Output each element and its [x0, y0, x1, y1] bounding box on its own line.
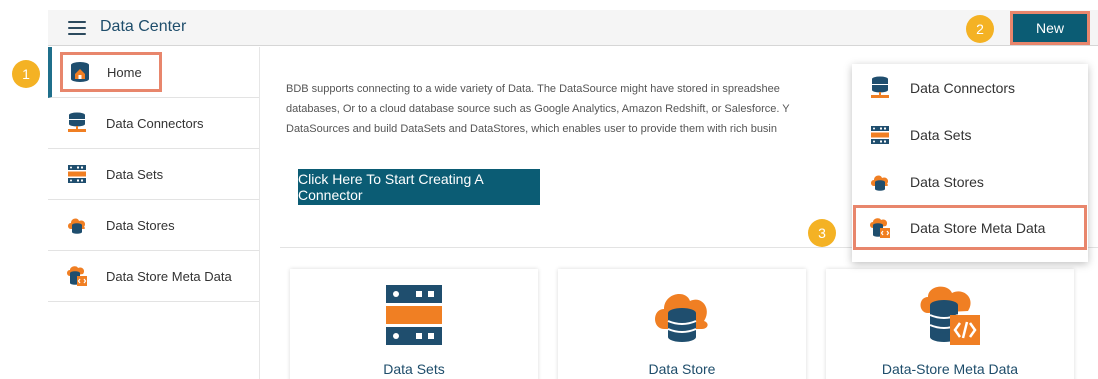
database-code-icon — [66, 265, 88, 287]
description-line: databases, Or to a cloud database source… — [286, 103, 790, 115]
description-line: BDB supports connecting to a wide variet… — [286, 83, 780, 95]
sidebar-item-home[interactable]: Home — [48, 47, 259, 98]
description-line: DataSources and build DataSets and DataS… — [286, 123, 777, 135]
cloud-database-icon — [650, 283, 714, 347]
server-rack-icon — [868, 123, 892, 147]
sidebar-item-label: Data Connectors — [106, 115, 204, 131]
database-code-icon — [868, 216, 892, 240]
menu-item-data-stores[interactable]: Data Stores — [852, 158, 1088, 205]
sidebar-item-label: Home — [107, 64, 142, 80]
menu-item-data-connectors[interactable]: Data Connectors — [852, 64, 1088, 111]
menu-item-label: Data Connectors — [910, 79, 1016, 96]
home-database-icon — [69, 61, 91, 83]
sidebar-item-data-sets[interactable]: Data Sets — [48, 149, 259, 200]
card-data-store[interactable]: Data Store — [558, 269, 806, 379]
database-code-icon — [918, 283, 982, 347]
app-title: Data Center — [100, 18, 187, 35]
new-button[interactable]: New — [1010, 11, 1090, 45]
home-highlight-box: Home — [60, 52, 162, 92]
sidebar-item-data-stores[interactable]: Data Stores — [48, 200, 259, 251]
server-rack-icon — [66, 163, 88, 185]
sidebar-item-data-connectors[interactable]: Data Connectors — [48, 98, 259, 149]
step-badge-3: 3 — [808, 219, 836, 247]
sidebar: Home Data Connectors Data Sets Data Stor… — [48, 47, 260, 379]
cloud-database-icon — [66, 214, 88, 236]
top-bar: Data Center New — [48, 10, 1098, 46]
sidebar-item-data-store-meta-data[interactable]: Data Store Meta Data — [48, 251, 259, 302]
database-icon — [66, 112, 88, 134]
description-text: BDB supports connecting to a wide variet… — [286, 79, 886, 139]
sidebar-item-label: Data Stores — [106, 217, 175, 233]
menu-item-label: Data Store Meta Data — [910, 219, 1046, 236]
card-label: Data Store — [648, 361, 716, 377]
menu-item-data-sets[interactable]: Data Sets — [852, 111, 1088, 158]
menu-item-data-store-meta-data[interactable]: Data Store Meta Data — [853, 205, 1087, 250]
card-data-sets[interactable]: Data Sets — [290, 269, 538, 379]
cloud-database-icon — [868, 170, 892, 194]
menu-item-label: Data Sets — [910, 126, 972, 143]
menu-item-label: Data Stores — [910, 173, 984, 190]
card-label: Data-Store Meta Data — [881, 361, 1019, 377]
card-data-store-meta-data[interactable]: Data-Store Meta Data — [826, 269, 1074, 379]
new-dropdown-menu: Data Connectors Data Sets Data Stores Da… — [852, 64, 1088, 262]
server-rack-icon — [382, 283, 446, 347]
card-label: Data Sets — [383, 361, 445, 377]
create-connector-button[interactable]: Click Here To Start Creating A Connector — [298, 169, 540, 205]
step-badge-2: 2 — [966, 15, 994, 43]
sidebar-item-label: Data Sets — [106, 166, 164, 182]
hamburger-menu-icon[interactable] — [68, 21, 86, 35]
sidebar-item-label: Data Store Meta Data — [106, 268, 232, 284]
step-badge-1: 1 — [12, 60, 40, 88]
database-icon — [868, 76, 892, 100]
